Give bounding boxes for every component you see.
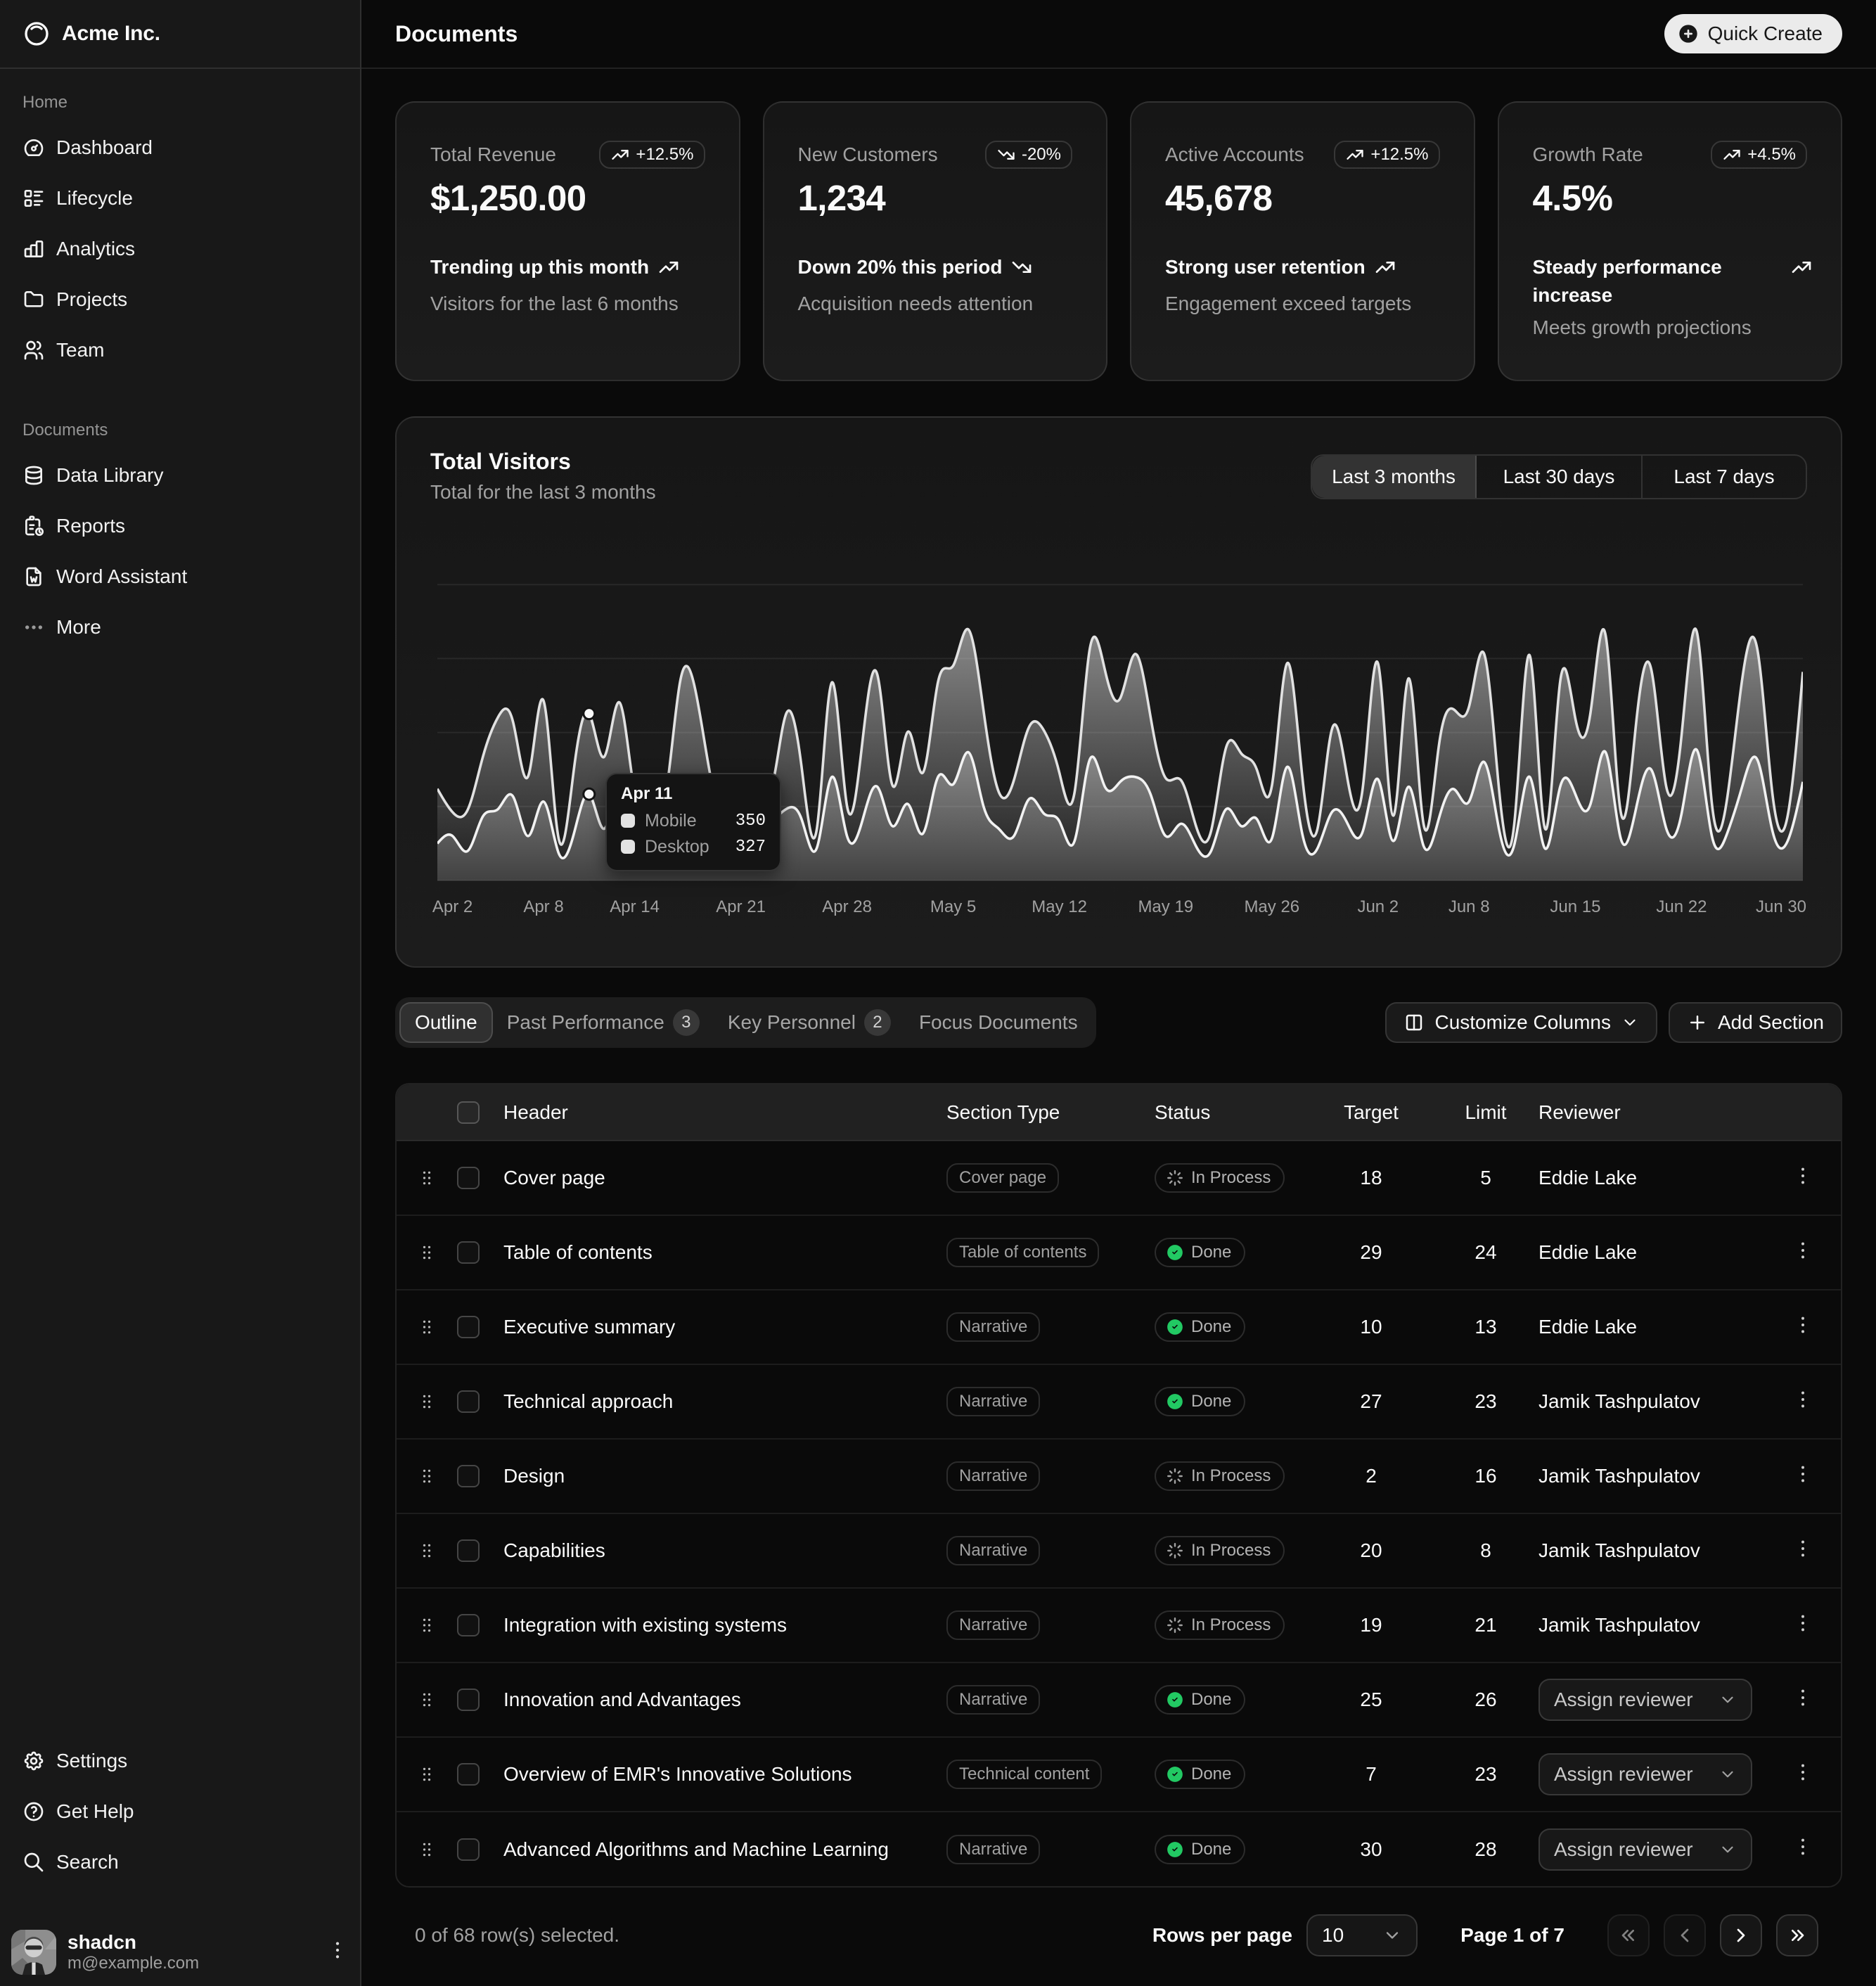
svg-text:Jun 30: Jun 30 xyxy=(1756,897,1806,916)
svg-text:Apr 8: Apr 8 xyxy=(523,897,563,916)
svg-text:May 12: May 12 xyxy=(1032,897,1087,916)
svg-text:May 19: May 19 xyxy=(1138,897,1193,916)
svg-text:May 26: May 26 xyxy=(1244,897,1299,916)
svg-text:Apr 14: Apr 14 xyxy=(610,897,660,916)
svg-text:Apr 28: Apr 28 xyxy=(822,897,872,916)
svg-text:Jun 22: Jun 22 xyxy=(1656,897,1707,916)
svg-text:Apr 21: Apr 21 xyxy=(716,897,766,916)
svg-text:Apr 2: Apr 2 xyxy=(432,897,473,916)
svg-text:Jun 15: Jun 15 xyxy=(1550,897,1600,916)
svg-text:Jun 8: Jun 8 xyxy=(1448,897,1490,916)
svg-text:May 5: May 5 xyxy=(930,897,976,916)
svg-text:Jun 2: Jun 2 xyxy=(1357,897,1399,916)
